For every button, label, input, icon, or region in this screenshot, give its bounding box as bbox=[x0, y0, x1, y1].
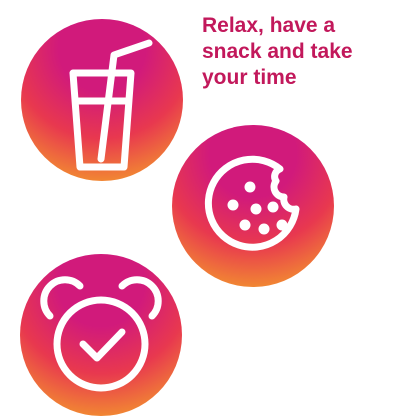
bitten-cookie-icon bbox=[204, 155, 300, 251]
drink-circle bbox=[21, 19, 183, 181]
drink-glass-icon bbox=[69, 39, 153, 171]
headline-line-1: Relax, have a bbox=[202, 14, 336, 37]
headline-text: Relax, have a snack and take your time bbox=[202, 13, 412, 91]
cookie-circle bbox=[172, 125, 334, 287]
headline-line-3: your time bbox=[202, 66, 297, 89]
clock-circle bbox=[20, 254, 182, 416]
alarm-clock-check-icon bbox=[40, 276, 162, 392]
headline-line-2: snack and take bbox=[202, 40, 353, 63]
